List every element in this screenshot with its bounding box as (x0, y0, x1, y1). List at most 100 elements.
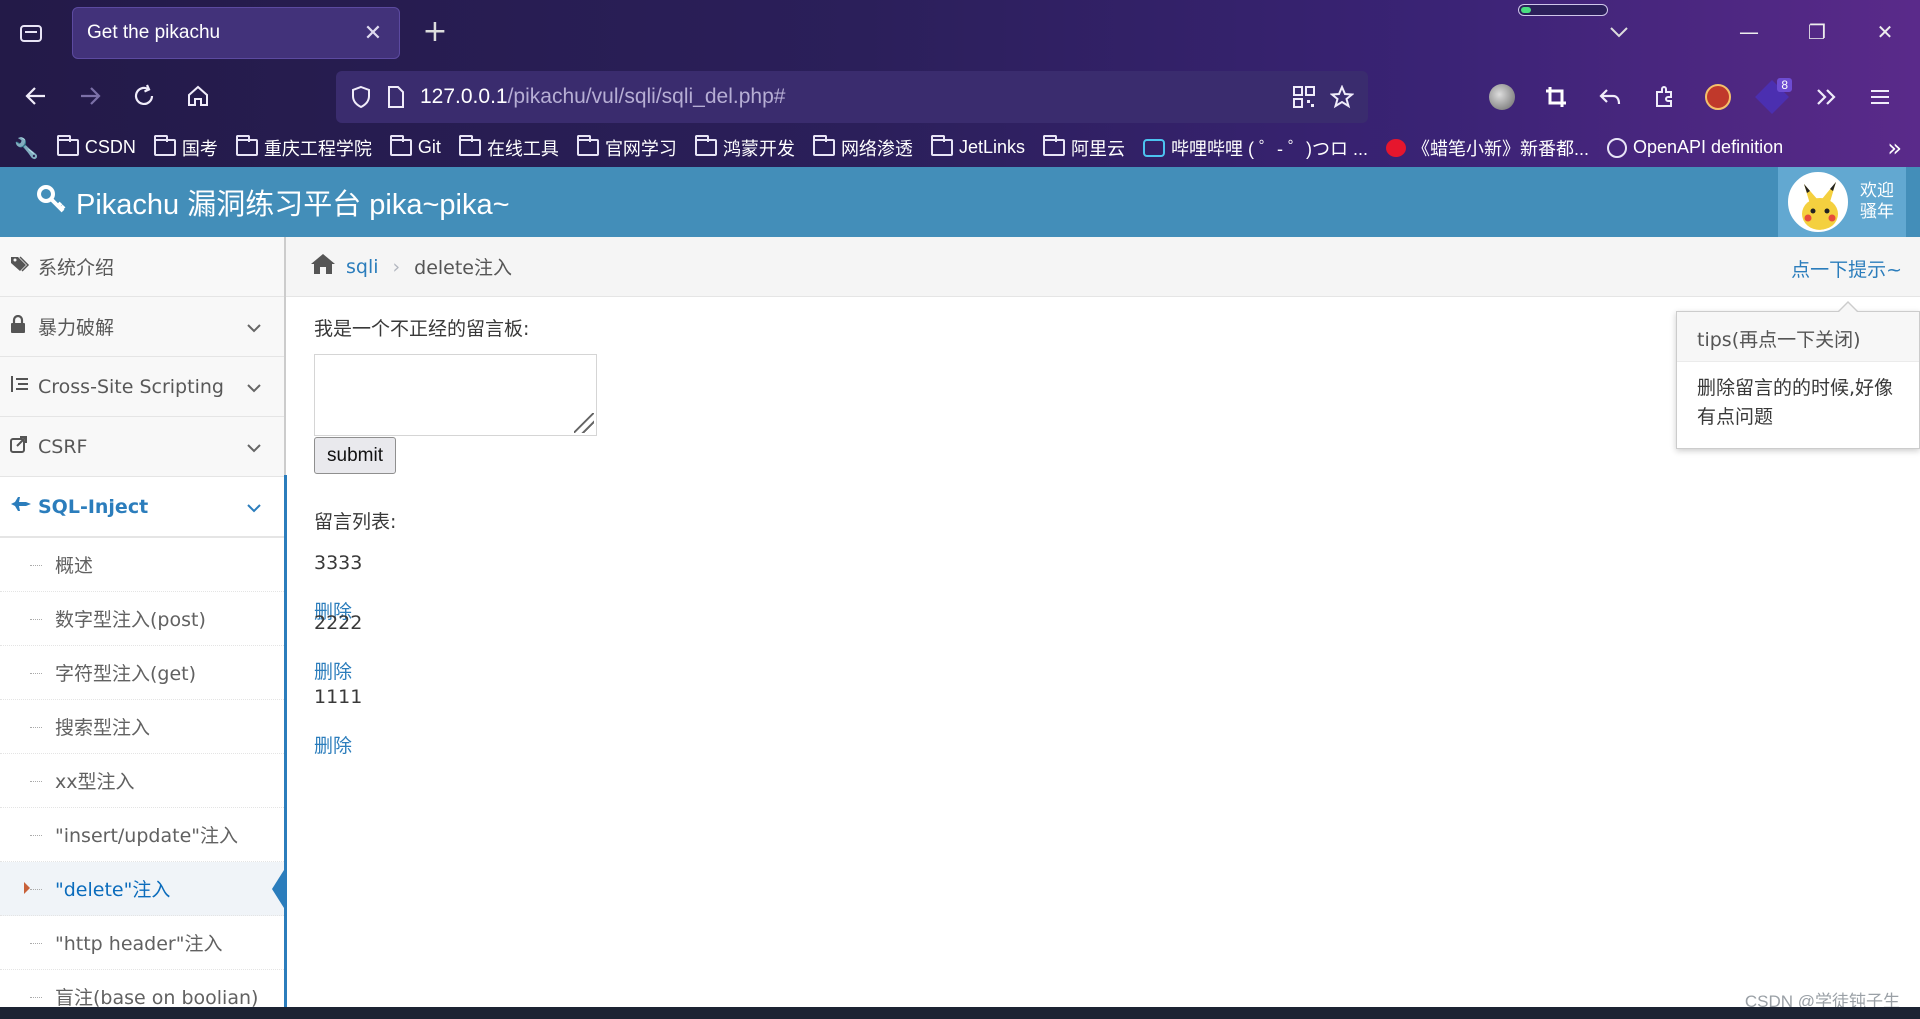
new-tab-button[interactable]: + (418, 16, 452, 50)
sub-item-search[interactable]: 搜索型注入 (0, 700, 284, 754)
chevron-down-icon[interactable] (1608, 20, 1630, 44)
delete-link[interactable]: 删除 (314, 657, 362, 684)
message-content: 3333 (314, 552, 363, 574)
profile-avatar-icon[interactable] (1480, 76, 1524, 118)
list-item: 1111 删除 (314, 686, 362, 758)
extensions-puzzle-icon[interactable] (1642, 76, 1686, 118)
reload-button[interactable] (124, 76, 164, 116)
more-tools-icon[interactable] (1804, 76, 1848, 118)
sidebar-item-label: CSRF (38, 435, 88, 458)
tips-title: tips(再点一下关闭) (1677, 312, 1919, 362)
crop-icon[interactable] (1534, 76, 1578, 118)
breadcrumb: sqli › delete注入 点一下提示~ (286, 237, 1920, 297)
url-bar[interactable]: 127.0.0.1/pikachu/vul/sqli/sqli_del.php# (336, 71, 1368, 123)
bookmark-item[interactable]: 网络渗透 (812, 135, 913, 161)
hint-toggle-link[interactable]: 点一下提示~ (1791, 255, 1902, 282)
wrench-icon[interactable]: 🔧 (14, 136, 39, 160)
restore-button[interactable]: ❐ (1794, 12, 1840, 52)
share-icon (10, 435, 34, 458)
bookmark-item[interactable]: 阿里云 (1042, 135, 1125, 161)
tips-body: 删除留言的的时候,好像有点问题 (1697, 377, 1894, 428)
bookmark-label: Git (417, 137, 441, 157)
sidebar-item-csrf[interactable]: CSRF (0, 417, 284, 477)
arrow-right-icon (81, 87, 101, 105)
toolbar-extensions: 8 (1480, 76, 1902, 118)
folder-icon (1042, 135, 1065, 156)
fighter-jet-icon (10, 496, 34, 517)
bookmark-label: 国考 (181, 138, 218, 159)
breadcrumb-link-sqli[interactable]: sqli (346, 256, 379, 278)
bookmark-item[interactable]: Git (389, 135, 441, 161)
close-window-button[interactable]: ✕ (1862, 12, 1908, 52)
extension-badge-icon[interactable]: 8 (1750, 76, 1794, 118)
sidebar-item-label: SQL-Inject (38, 495, 149, 518)
url-path: /pikachu/vul/sqli/sqli_del.php# (507, 85, 786, 108)
undo-icon[interactable] (1588, 76, 1632, 118)
sub-item-xx[interactable]: xx型注入 (0, 754, 284, 808)
tab-close-icon[interactable]: ✕ (361, 21, 385, 46)
sub-item-overview[interactable]: 概述 (0, 538, 284, 592)
sub-item-numeric-post[interactable]: 数字型注入(post) (0, 592, 284, 646)
ublock-icon[interactable] (1696, 76, 1740, 118)
brand-title: Pikachu 漏洞练习平台 pika~pika~ (76, 189, 510, 221)
forward-button[interactable] (70, 76, 110, 116)
bookmark-item[interactable]: 重庆工程学院 (235, 135, 372, 161)
folder-icon (458, 135, 481, 156)
bookmark-item[interactable]: 哔哩哔哩 ( ゜- ゜)つロ ... (1142, 135, 1368, 161)
page-info-icon[interactable] (386, 85, 406, 109)
home-icon (188, 85, 208, 106)
submit-button[interactable]: submit (314, 437, 396, 474)
user-menu[interactable]: 欢迎 骚年 (1778, 167, 1906, 237)
message-textarea[interactable] (314, 354, 597, 436)
sidebar-item-intro[interactable]: 系统介绍 (0, 237, 284, 297)
sub-item-delete[interactable]: "delete"注入 (0, 862, 284, 916)
bookmark-item[interactable]: 鸿蒙开发 (694, 135, 795, 161)
bookmark-item[interactable]: CSDN (56, 135, 136, 161)
bookmark-item[interactable]: 国考 (153, 135, 218, 161)
bilibili-icon (1142, 138, 1165, 157)
tab-list-button[interactable] (14, 16, 48, 50)
bookmark-item[interactable]: 《蜡笔小新》新番都... (1385, 135, 1589, 161)
shield-icon[interactable] (350, 85, 372, 109)
home-button[interactable] (178, 76, 218, 116)
sidebar-item-sqli[interactable]: SQL-Inject (0, 477, 284, 537)
bookmark-label: 在线工具 (486, 138, 559, 159)
navigation-bar: 127.0.0.1/pikachu/vul/sqli/sqli_del.php#… (0, 66, 1920, 128)
sub-item-label: "delete"注入 (55, 879, 171, 901)
bookmark-label: CSDN (84, 137, 136, 157)
bookmark-star-icon[interactable] (1330, 85, 1354, 109)
sidebar-item-xss[interactable]: Cross-Site Scripting (0, 357, 284, 417)
delete-link[interactable]: 删除 (314, 731, 362, 758)
sidebar-active-border (284, 475, 287, 1015)
folder-icon (930, 135, 953, 156)
sub-item-string-get[interactable]: 字符型注入(get) (0, 646, 284, 700)
progress-fill (1521, 7, 1532, 13)
qr-code-icon[interactable] (1292, 85, 1316, 109)
reload-icon (134, 84, 154, 105)
bookmark-item[interactable]: JetLinks (930, 135, 1025, 161)
tips-popover[interactable]: tips(再点一下关闭) 删除留言的的时候,好像有点问题 (1676, 301, 1920, 449)
caret-right-icon (24, 882, 30, 894)
url-text[interactable]: 127.0.0.1/pikachu/vul/sqli/sqli_del.php# (420, 85, 1292, 109)
back-button[interactable] (16, 76, 56, 116)
bookmark-label: 重庆工程学院 (263, 138, 372, 159)
sub-item-insert-update[interactable]: "insert/update"注入 (0, 808, 284, 862)
bookmark-item[interactable]: 在线工具 (458, 135, 559, 161)
bookmark-item[interactable]: 官网学习 (576, 135, 677, 161)
home-icon[interactable] (310, 253, 336, 281)
sub-item-blind-boolean[interactable]: 盲注(base on boolian) (0, 970, 284, 1007)
minimize-button[interactable]: — (1726, 12, 1772, 52)
menu-icon[interactable] (1858, 76, 1902, 118)
sub-item-http-header[interactable]: "http header"注入 (0, 916, 284, 970)
tab-title: Get the pikachu (87, 22, 221, 43)
url-host: 127.0.0.1 (420, 85, 508, 108)
bookmarks-overflow-icon[interactable]: » (1887, 134, 1902, 162)
tab-list-icon (20, 25, 42, 42)
brand[interactable]: Pikachu 漏洞练习平台 pika~pika~ (36, 181, 510, 223)
tab-active[interactable]: Get the pikachu ✕ (72, 7, 400, 59)
resize-handle-icon[interactable] (574, 413, 594, 433)
key-icon (36, 184, 66, 221)
bookmark-item[interactable]: OpenAPI definition (1607, 135, 1783, 161)
sidebar-item-bruteforce[interactable]: 暴力破解 (0, 297, 284, 357)
sidebar-item-label: 系统介绍 (38, 257, 115, 279)
